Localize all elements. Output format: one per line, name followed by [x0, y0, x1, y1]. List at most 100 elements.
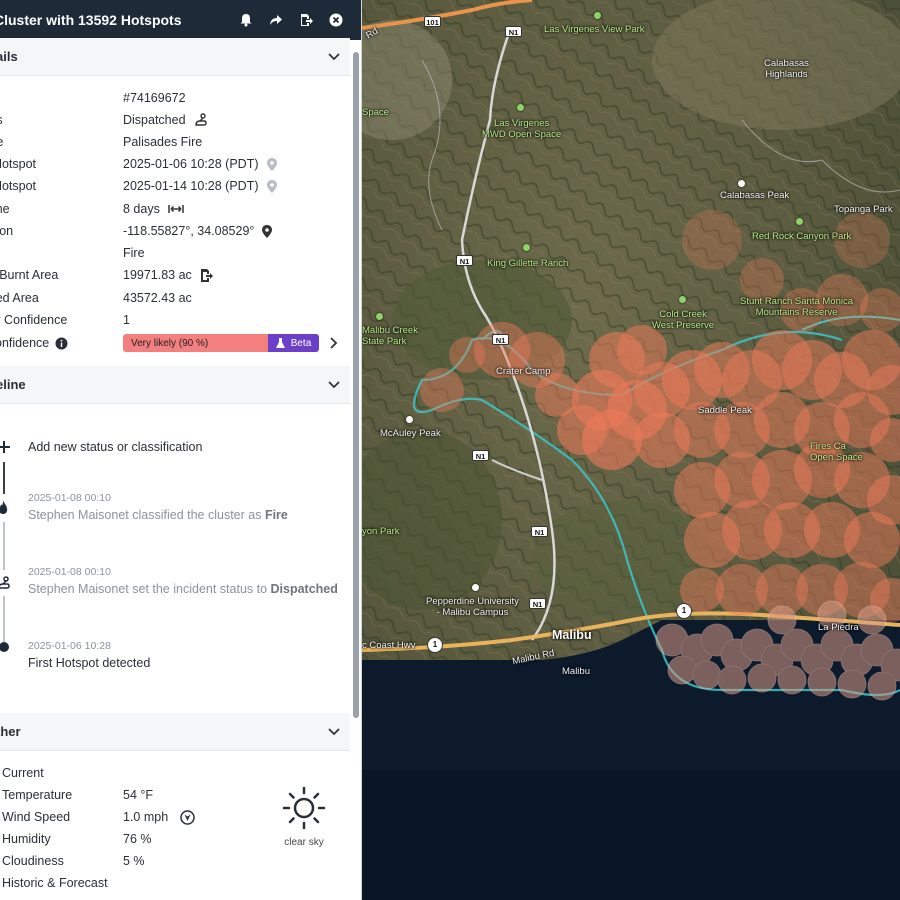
park-icon[interactable] [594, 12, 601, 19]
map-label: Calabasas Highlands [764, 58, 809, 80]
detail-row: al Burnt Area 19971.83 ac [0, 264, 350, 286]
weather-key: Cloudiness [2, 854, 64, 868]
timeline-item: 2025-01-08 00:10 Stephen Maisonet classi… [28, 492, 288, 522]
peak-icon[interactable] [406, 416, 413, 423]
confidence-row[interactable]: Confidence Very likely (90 %) Beta [0, 332, 350, 354]
map-label: Calabasas Peak [720, 190, 790, 201]
map-label: Stunt Ranch Santa Monica Mountains Reser… [740, 296, 854, 318]
historic-forecast-label: Historic & Forecast [2, 876, 108, 890]
last-hotspot-value: 2025-01-14 10:28 (PDT) [123, 179, 259, 193]
detail-key: tus [0, 113, 3, 127]
map-label: La Piedra [818, 622, 859, 633]
info-icon[interactable] [55, 337, 68, 350]
weather-section-header[interactable]: ther [0, 713, 350, 751]
detail-row: ter Confidence 1 [0, 309, 350, 331]
export-area-icon[interactable] [200, 268, 214, 282]
park-icon[interactable] [517, 104, 524, 111]
chevron-down-icon[interactable] [328, 52, 340, 61]
details-section-header[interactable]: ails [0, 38, 350, 76]
route-shield: N1 [456, 255, 473, 266]
route-shield: 101 [424, 16, 441, 27]
name-value: Palisades Fire [123, 135, 203, 149]
confidence-level-label: Very likely (90 %) [123, 334, 268, 352]
share-icon[interactable] [261, 5, 291, 35]
detail-key: me [0, 135, 3, 149]
detail-key: ter Confidence [0, 313, 68, 327]
location-pin-icon[interactable] [262, 224, 273, 238]
park-icon[interactable] [796, 218, 803, 225]
timeline-description: First Hotspot detected [28, 656, 151, 670]
detail-key: Confidence [0, 336, 50, 350]
timeline-description: Stephen Maisonet classified the cluster … [28, 508, 288, 522]
route-shield: N1 [492, 334, 509, 345]
route-shield: 1 [427, 637, 443, 653]
detail-key: t Hotspot [0, 179, 37, 193]
timeline-description: Stephen Maisonet set the incident status… [28, 582, 338, 596]
details-section-title: ails [0, 49, 18, 64]
export-icon[interactable] [291, 5, 321, 35]
detail-key: t Hotspot [0, 157, 37, 171]
condition-label: clear sky [284, 837, 324, 848]
panel-scrollbar[interactable] [353, 52, 359, 718]
fire-icon [0, 500, 8, 514]
route-shield: N1 [531, 526, 548, 537]
sun-icon [282, 786, 326, 830]
beta-badge: Beta [268, 334, 319, 352]
park-icon[interactable] [679, 296, 686, 303]
cluster-details-panel: Cluster with 13592 Hotspots ails #741696… [0, 0, 362, 900]
close-icon[interactable] [321, 5, 351, 35]
detail-row: #74169672 [0, 87, 350, 109]
chevron-right-icon[interactable] [330, 337, 338, 349]
route-shield: N1 [472, 450, 489, 461]
map-label: Pepperdine University - Malibu Campus [426, 596, 519, 618]
cluster-id: #74169672 [123, 91, 186, 105]
weather-key: Temperature [2, 788, 73, 802]
humidity-value: 76 % [123, 832, 152, 846]
chevron-down-icon[interactable] [328, 727, 340, 736]
detail-key: time [0, 202, 10, 216]
add-status-button[interactable]: Add new status or classification [0, 436, 300, 458]
map-label: Red Rock Canyon Park [752, 231, 852, 242]
beta-label: Beta [290, 337, 312, 349]
detail-row: t Hotspot 2025-01-06 10:28 (PDT) [0, 153, 350, 175]
wind-speed-value: 1.0 mph [123, 810, 169, 824]
weather-condition: clear sky [276, 786, 332, 848]
wind-direction-icon [180, 809, 195, 825]
add-status-label: Add new status or classification [28, 440, 203, 454]
historic-forecast-link[interactable]: Historic & Forecast [2, 872, 342, 894]
detail-row: cted Area 43572.43 ac [0, 287, 350, 309]
timeline-date: 2025-01-06 10:28 [28, 640, 111, 652]
detail-key: ation [0, 224, 14, 238]
temperature-value: 54 °F [123, 788, 154, 802]
map-label: Malibu Creek State Park [362, 325, 418, 347]
confidence-bar: Very likely (90 %) Beta [123, 334, 319, 352]
timeline-line [3, 596, 5, 642]
park-icon[interactable] [376, 313, 383, 320]
map-view[interactable]: Las Virgenes View Park Calabasas Highlan… [362, 0, 900, 900]
burnt-area-value: 19971.83 ac [123, 268, 192, 282]
panel-titlebar: Cluster with 13592 Hotspots [0, 0, 361, 40]
duration-icon [168, 205, 184, 213]
plus-icon[interactable] [0, 441, 10, 453]
park-icon[interactable] [523, 244, 530, 251]
bell-icon[interactable] [231, 5, 261, 35]
flask-icon [275, 337, 285, 348]
peak-icon[interactable] [738, 180, 745, 187]
timeline-dot [0, 642, 9, 652]
first-hotspot-value: 2025-01-06 10:28 (PDT) [123, 157, 259, 171]
map-pin-icon[interactable] [266, 179, 277, 193]
weather-key: Wind Speed [2, 810, 71, 824]
chevron-down-icon[interactable] [328, 380, 340, 389]
school-icon[interactable] [472, 584, 479, 591]
map-pin-icon[interactable] [266, 157, 277, 171]
map-label: Topanga Park [834, 204, 893, 215]
map-label: Malibu [562, 666, 590, 677]
timeline-section-header[interactable]: eline [0, 366, 350, 404]
cluster-confidence-value: 1 [123, 313, 130, 327]
timeline-line [3, 462, 5, 494]
map-label: King Gillette Ranch [487, 258, 569, 269]
map-label: Fires Ca Open Space [810, 441, 863, 463]
detail-row: me Palisades Fire [0, 131, 350, 153]
detail-key: cted Area [0, 291, 39, 305]
timeline-item: 2025-01-08 00:10 Stephen Maisonet set th… [28, 566, 338, 596]
